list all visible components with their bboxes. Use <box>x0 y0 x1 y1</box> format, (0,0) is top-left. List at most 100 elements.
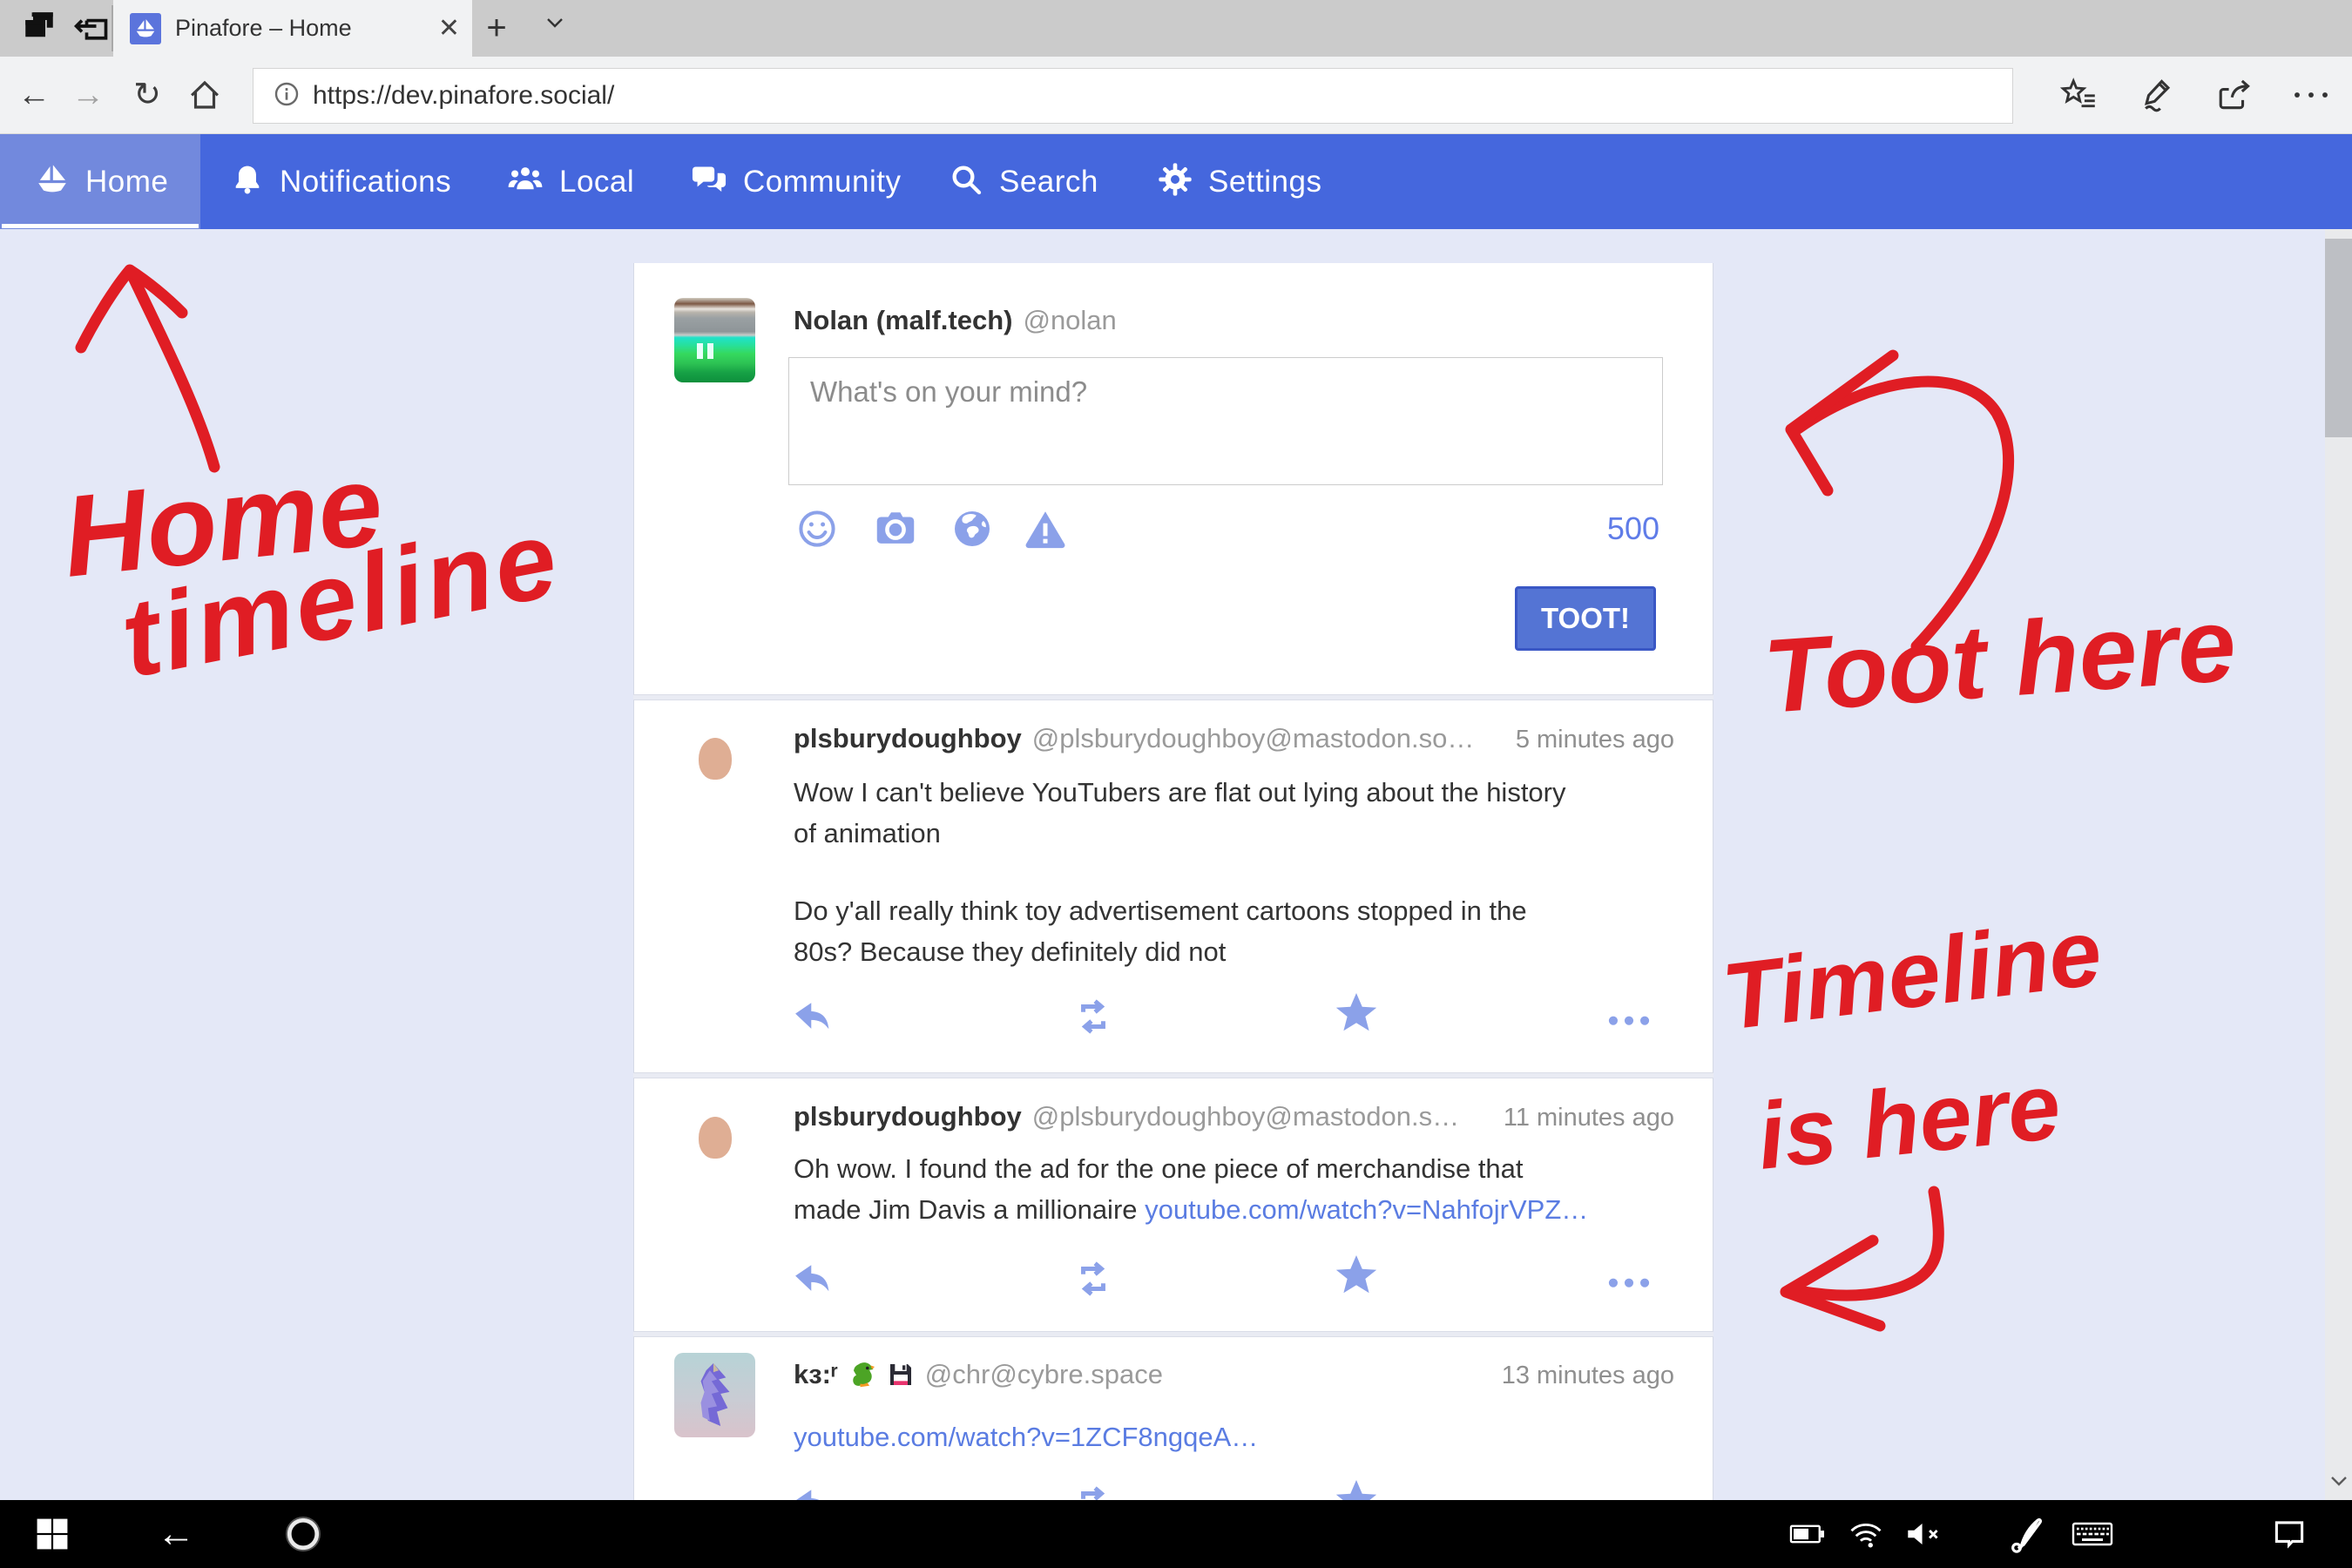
post-link[interactable]: youtube.com/watch?v=1ZCF8ngqeA… <box>794 1422 1258 1452</box>
character-counter: 500 <box>1572 510 1659 547</box>
nav-item-notifications[interactable]: Notifications <box>231 134 451 229</box>
annotation-timeline-arrow <box>1793 1192 1938 1295</box>
post-avatar[interactable] <box>674 1353 755 1437</box>
post-avatar[interactable] <box>674 715 755 800</box>
post-divider <box>633 1072 1713 1078</box>
floppy-disk-emoji <box>887 1360 915 1389</box>
post-timestamp[interactable]: 11 minutes ago <box>1504 1104 1674 1132</box>
browser-menu-ellipsis-icon[interactable] <box>2281 57 2342 133</box>
web-note-pen-icon[interactable] <box>2127 57 2188 133</box>
avatar-face <box>699 1117 732 1159</box>
annotation-timeline-line2: is here <box>1753 1052 2065 1189</box>
post-display-name: plsburydoughboy <box>794 1101 1022 1132</box>
post-author-row[interactable]: plsburydoughboy@plsburydoughboy@mastodon… <box>794 723 1474 754</box>
post-link[interactable]: youtube.com/watch?v=NahfojrVPZ… <box>1145 1194 1588 1225</box>
scrollbar-down-arrow-icon[interactable] <box>2325 1463 2352 1498</box>
start-button[interactable] <box>26 1500 78 1568</box>
post-timestamp[interactable]: 5 minutes ago <box>1516 726 1674 754</box>
battery-icon[interactable] <box>1781 1500 1834 1568</box>
content-warning-icon[interactable] <box>1015 506 1076 551</box>
compose-author-row: Nolan (malf.tech)@nolan <box>794 305 1117 336</box>
set-aside-tabs-button[interactable] <box>16 0 63 57</box>
post-options-ellipsis-icon[interactable] <box>1598 997 1659 1043</box>
post-text: made Jim Davis a millionaire <box>794 1194 1145 1225</box>
post-body: Wow I can't believe YouTubers are flat o… <box>794 772 1566 972</box>
sailboat-icon <box>35 162 70 201</box>
windows-logo-icon <box>36 1517 69 1551</box>
restore-tabs-button[interactable] <box>68 0 115 57</box>
nav-item-local[interactable]: Local <box>507 134 634 229</box>
tab-close-icon[interactable]: ✕ <box>438 13 460 44</box>
emoji-row <box>848 1359 915 1390</box>
reply-icon[interactable] <box>784 1256 845 1301</box>
dragon-avatar-art <box>685 1359 746 1432</box>
taskbar-back-button[interactable]: ← <box>150 1500 202 1568</box>
touch-keyboard-icon[interactable] <box>2065 1500 2120 1568</box>
annotation-toot-here: Toot here <box>1760 585 2239 734</box>
compose-input[interactable] <box>789 358 1662 484</box>
action-center-icon[interactable] <box>2263 1500 2315 1568</box>
nav-item-search[interactable]: Search <box>949 134 1098 229</box>
ink-workspace-pen-icon[interactable] <box>1999 1500 2051 1568</box>
gear-icon <box>1158 162 1193 201</box>
emoji-picker-icon[interactable] <box>787 506 848 551</box>
favorite-star-icon[interactable] <box>1326 1253 1387 1298</box>
scrollbar-thumb[interactable] <box>2325 239 2352 437</box>
nav-label: Settings <box>1208 165 1321 199</box>
dragon-emoji <box>848 1359 880 1390</box>
browser-tab[interactable]: Pinafore – Home ✕ <box>113 0 472 57</box>
toot-button[interactable]: TOOT! <box>1515 586 1656 651</box>
url-input[interactable] <box>313 81 2012 111</box>
forward-icon[interactable]: → <box>61 57 115 133</box>
cortana-button[interactable] <box>277 1500 329 1568</box>
bell-icon <box>231 162 264 201</box>
boost-icon[interactable] <box>1063 994 1124 1039</box>
post-handle: @chr@cybre.space <box>925 1359 1163 1390</box>
browser-home-icon[interactable] <box>178 57 232 133</box>
post-author-row[interactable]: plsburydoughboy @plsburydoughboy@mastodon… <box>794 1101 1459 1132</box>
post-text-line: Do y'all really think toy advertisement … <box>794 890 1566 931</box>
post-text-line: 80s? Because they definitely did not <box>794 931 1566 972</box>
stacked-windows-icon <box>21 8 57 49</box>
boost-icon[interactable] <box>1063 1256 1124 1301</box>
media-upload-icon[interactable] <box>865 506 926 551</box>
post-privacy-globe-icon[interactable] <box>942 506 1003 551</box>
post-handle: @plsburydoughboy@mastodon.so… <box>1032 723 1475 754</box>
annotation-toot-arrowhead <box>1791 355 1893 490</box>
post-avatar[interactable] <box>674 1094 755 1179</box>
favorites-hub-icon[interactable] <box>2049 57 2110 133</box>
nav-label: Search <box>999 165 1098 199</box>
nav-item-settings[interactable]: Settings <box>1158 134 1321 229</box>
annotation-up-arrow <box>131 272 214 467</box>
nav-item-community[interactable]: Community <box>691 134 901 229</box>
annotation-toot-arrow <box>1798 382 2009 646</box>
post-handle: @plsburydoughboy@mastodon.s… <box>1032 1101 1459 1132</box>
favorite-star-icon[interactable] <box>1326 990 1387 1036</box>
post-text-line: of animation <box>794 813 1566 854</box>
share-icon[interactable] <box>2204 57 2265 133</box>
post-timestamp[interactable]: 13 minutes ago <box>1502 1362 1674 1390</box>
post-text-line: made Jim Davis a millionaire youtube.com… <box>794 1189 1588 1230</box>
compose-avatar[interactable] <box>674 298 755 382</box>
nav-label: Home <box>85 165 168 199</box>
refresh-icon[interactable]: ↻ <box>120 57 174 133</box>
annotation-home-word: Home <box>57 440 389 601</box>
nav-item-home[interactable]: Home <box>35 134 168 229</box>
new-tab-icon[interactable]: + <box>475 0 518 57</box>
annotation-timeline-line1: Timeline <box>1717 899 2107 1050</box>
post-options-ellipsis-icon[interactable] <box>1598 1260 1659 1305</box>
reply-icon[interactable] <box>784 994 845 1039</box>
wifi-icon[interactable] <box>1840 1500 1892 1568</box>
url-field-container <box>253 68 2013 124</box>
nav-label: Community <box>743 165 901 199</box>
post-divider <box>633 694 1713 700</box>
site-info-icon[interactable] <box>273 80 301 112</box>
back-icon[interactable]: ← <box>7 57 61 133</box>
post-author-row[interactable]: kɜ:ʳ @chr@cybre.space <box>794 1359 1163 1390</box>
volume-muted-icon[interactable] <box>1897 1500 1950 1568</box>
annotation-timeline-word: timeline <box>112 496 570 700</box>
compose-handle: @nolan <box>1023 305 1116 335</box>
people-icon <box>507 162 544 201</box>
post-divider <box>633 1331 1713 1337</box>
post-body: Oh wow. I found the ad for the one piece… <box>794 1148 1588 1230</box>
